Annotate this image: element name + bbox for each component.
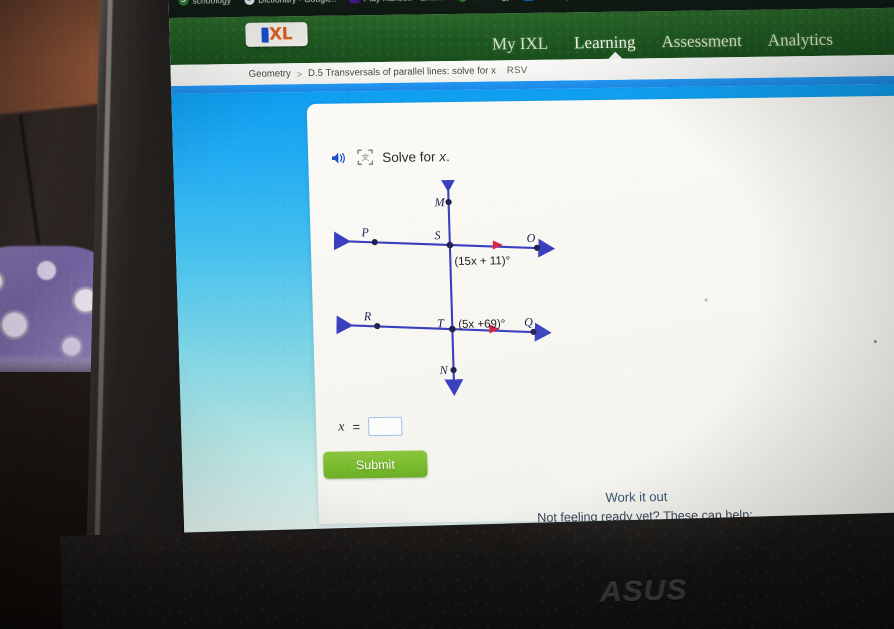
bookmark-label: schoology bbox=[192, 0, 232, 6]
label-M: M bbox=[433, 195, 445, 209]
question-page-background: 文 Solve for x. M P S O R T Q N (15x + 11… bbox=[171, 83, 894, 554]
speaker-icon[interactable] bbox=[330, 150, 348, 165]
answer-equals-sign: = bbox=[352, 419, 361, 435]
label-O: O bbox=[526, 231, 535, 245]
breadcrumb-skill: D.5 Transversals of parallel lines: solv… bbox=[307, 65, 496, 80]
question-prompt-row: 文 Solve for x. bbox=[330, 148, 450, 166]
geometry-diagram: M P S O R T Q N (15x + 11)° (5x +69)° bbox=[329, 177, 606, 404]
prompt-suffix: . bbox=[445, 148, 450, 164]
kahoot-icon: K! bbox=[349, 0, 360, 4]
ixl-logo-i-mark bbox=[260, 27, 269, 43]
question-card: 文 Solve for x. M P S O R T Q N (15x + 11… bbox=[306, 94, 894, 525]
bookmark-dictionary-google[interactable]: G Dictionary - Google.. bbox=[243, 0, 337, 5]
answer-input[interactable] bbox=[367, 416, 403, 437]
ixl-nav-items: My IXL Learning Assessment Analytics bbox=[492, 30, 834, 57]
screen-dust-speck bbox=[873, 340, 877, 344]
question-prompt: Solve for x. bbox=[382, 149, 450, 165]
breadcrumb-separator-icon: > bbox=[296, 68, 303, 79]
label-N: N bbox=[438, 363, 448, 377]
prompt-prefix: Solve for bbox=[382, 148, 440, 165]
screenshot-photo: S schoology G Dictionary - Google.. K! P… bbox=[0, 0, 894, 629]
nav-item-learning[interactable]: Learning bbox=[574, 32, 636, 55]
bookmark-schoology-1[interactable]: S schoology bbox=[178, 0, 231, 6]
parallel-marker-upper-icon bbox=[492, 240, 503, 250]
bookmark-label: Dictionary - Google.. bbox=[258, 0, 337, 5]
point-O bbox=[533, 244, 541, 251]
point-Q bbox=[530, 328, 537, 335]
answer-variable-label: x bbox=[337, 419, 345, 435]
label-P: P bbox=[360, 225, 369, 239]
translate-icon[interactable]: 文 bbox=[357, 149, 374, 165]
point-S bbox=[446, 241, 454, 249]
bookmark-play-kahoot[interactable]: K! Play Kahoot! - Enter.. bbox=[349, 0, 445, 4]
schoology-icon: S bbox=[178, 0, 189, 6]
point-P bbox=[371, 239, 378, 246]
breadcrumb-subject[interactable]: Geometry bbox=[249, 68, 291, 80]
schoology-icon: S bbox=[457, 0, 469, 2]
asus-brand-logo: ASUS bbox=[599, 574, 688, 609]
bookmark-schoology-2[interactable]: S schoology bbox=[457, 0, 511, 2]
ixl-logo[interactable]: XL bbox=[245, 22, 308, 47]
angle-label-lower: (5x +69)° bbox=[458, 318, 505, 331]
label-R: R bbox=[363, 309, 372, 323]
nav-item-my-ixl[interactable]: My IXL bbox=[492, 34, 549, 57]
submit-button[interactable]: Submit bbox=[322, 450, 428, 479]
bookmark-label: Play Kahoot! - Enter.. bbox=[363, 0, 445, 3]
point-T bbox=[449, 325, 456, 333]
bookmark-label: schoology bbox=[472, 0, 511, 2]
transversal-line-MN bbox=[438, 177, 464, 397]
label-Q: Q bbox=[524, 315, 533, 329]
bookmark-label: Reading Plus | Ada.. bbox=[537, 0, 615, 1]
laptop-screen: S schoology G Dictionary - Google.. K! P… bbox=[168, 0, 894, 554]
breadcrumb-skill-code: RSV bbox=[506, 64, 528, 77]
label-S: S bbox=[434, 228, 440, 242]
angle-label-upper: (15x + 11)° bbox=[454, 255, 510, 268]
reading-plus-icon: R bbox=[523, 0, 534, 2]
bookmark-reading-plus[interactable]: R Reading Plus | Ada.. bbox=[523, 0, 615, 2]
work-it-out-link[interactable]: Work it out bbox=[318, 485, 894, 509]
point-N bbox=[450, 366, 457, 374]
point-M bbox=[445, 198, 452, 206]
svg-text:文: 文 bbox=[361, 152, 369, 162]
google-icon: G bbox=[243, 0, 255, 5]
nav-item-assessment[interactable]: Assessment bbox=[661, 31, 742, 54]
ixl-logo-xl-text: XL bbox=[268, 23, 293, 45]
answer-row: x = bbox=[337, 416, 403, 437]
screen-dust-speck bbox=[704, 298, 708, 302]
point-R bbox=[374, 322, 381, 330]
nav-item-analytics[interactable]: Analytics bbox=[767, 30, 833, 53]
